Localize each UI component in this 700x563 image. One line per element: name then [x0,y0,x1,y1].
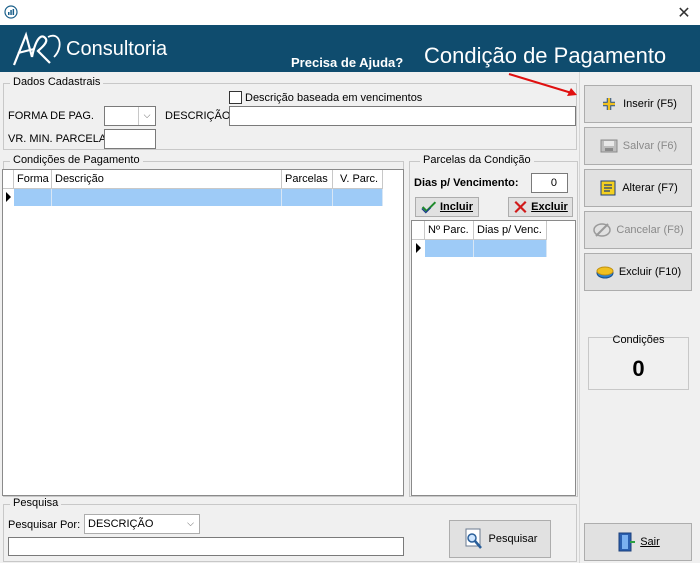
vr-min-parcela-field[interactable] [104,129,156,149]
excluir-label: Excluir (F10) [618,266,682,278]
pesquisar-por-select[interactable]: DESCRIÇÃO ⌵ [84,514,200,534]
cancel-icon [593,223,612,237]
plus-icon [603,98,616,110]
cancelar-label: Cancelar (F8) [616,224,684,236]
counter-value: 0 [632,356,645,381]
column-header[interactable]: Descrição [52,170,282,189]
pesquisar-por-label: Pesquisar Por: [8,519,81,531]
cancelar-button[interactable]: Cancelar (F8) [584,211,692,249]
incluir-button[interactable]: Incluir [415,197,479,217]
edit-icon [600,180,616,196]
excluir-parcela-button[interactable]: Excluir [508,197,573,217]
sair-label: Sair [640,536,660,548]
group-title: Pesquisa [10,497,62,509]
dias-vencimento-field[interactable]: 0 [531,173,568,193]
pesquisar-button[interactable]: Pesquisar [449,520,551,558]
table-row[interactable] [474,240,547,257]
chevron-down-icon[interactable]: ⌵ [182,515,199,533]
x-icon [514,200,527,214]
page-title: Condição de Pagamento [424,43,667,68]
excluir-label: Excluir [531,201,568,213]
row-indicator [416,243,421,253]
dias-vencimento-label: Dias p/ Vencimento: [414,177,519,189]
delete-icon [596,266,614,279]
table-row[interactable] [333,189,383,206]
close-icon[interactable]: ✕ [672,3,696,23]
search-icon [465,528,482,549]
column-header[interactable]: V. Parc. [333,170,383,189]
group-title: Dados Cadastrais [10,76,104,88]
salvar-label: Salvar (F6) [622,140,678,152]
group-title: Parcelas da Condição [420,154,534,166]
column-header[interactable]: Dias p/ Venc. [474,221,547,240]
annotation-arrow-icon [508,73,577,96]
pesquisar-por-value: DESCRIÇÃO [88,518,154,530]
help-link[interactable]: Precisa de Ajuda? [291,55,403,70]
inserir-label: Inserir (F5) [623,98,677,110]
descricao-label: DESCRIÇÃO [165,110,231,122]
save-icon [600,139,618,153]
descricao-vencimentos-checkbox[interactable] [229,91,242,104]
chevron-down-icon[interactable]: ⌵ [138,107,155,125]
group-title: Condições de Pagamento [10,154,143,166]
forma-pag-select[interactable]: ⌵ [104,106,156,126]
alterar-label: Alterar (F7) [622,182,678,194]
column-header[interactable]: Parcelas [282,170,333,189]
column-header[interactable]: Nº Parc. [425,221,474,240]
brand-name: Consultoria [66,38,168,60]
logo-mark [12,31,61,66]
salvar-button[interactable]: Salvar (F6) [584,127,692,165]
table-row[interactable] [282,189,333,206]
forma-pag-label: FORMA DE PAG. [8,110,94,122]
check-icon [421,201,437,214]
alterar-button[interactable]: Alterar (F7) [584,169,692,207]
table-row[interactable] [14,189,52,206]
vr-min-parcela-label: VR. MIN. PARCELA [8,133,107,145]
checkbox-label: Descrição baseada em vencimentos [245,92,423,104]
title-bar [0,0,700,25]
app-icon [4,5,18,19]
pesquisar-label: Pesquisar [488,533,538,545]
descricao-field[interactable] [229,106,576,126]
counter-label: Condições [612,334,665,346]
sair-button[interactable]: Sair [584,523,692,561]
table-row[interactable] [52,189,282,206]
excluir-button[interactable]: Excluir (F10) [584,253,692,291]
condicoes-grid[interactable]: Forma Descrição Parcelas V. Parc. [2,169,404,496]
column-header[interactable] [412,221,425,240]
column-header[interactable] [3,170,14,189]
table-row[interactable] [425,240,474,257]
search-input[interactable] [8,537,404,556]
row-indicator [6,192,11,202]
parcelas-grid[interactable]: Nº Parc. Dias p/ Venc. [411,220,576,496]
column-header[interactable]: Forma [14,170,52,189]
inserir-button[interactable]: Inserir (F5) [584,85,692,123]
exit-door-icon [618,532,636,552]
incluir-label: Incluir [439,201,473,213]
